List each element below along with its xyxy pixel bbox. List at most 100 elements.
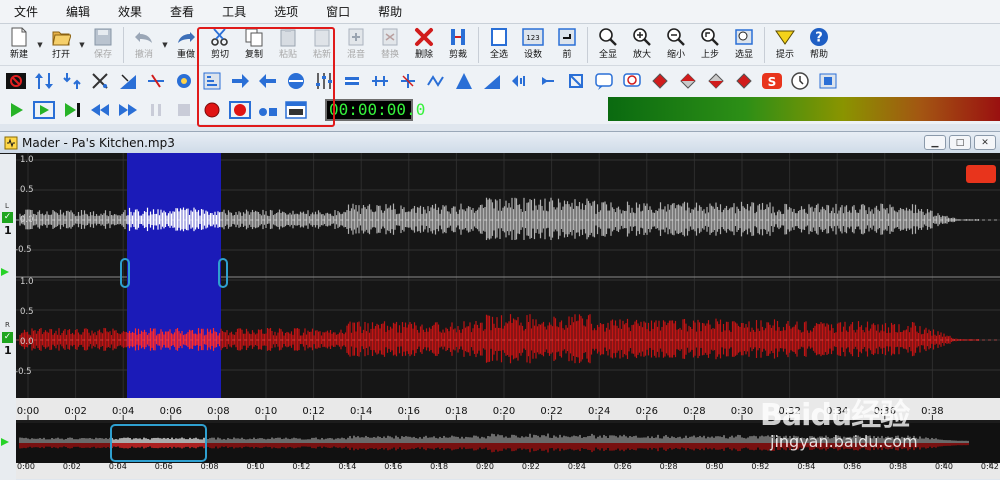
noise-button[interactable] (143, 68, 169, 94)
overview-tick-label: 0:02 (62, 462, 81, 471)
show-all-button[interactable]: 全显 (591, 24, 625, 66)
new-file-icon (7, 26, 31, 48)
invert-button[interactable] (535, 68, 561, 94)
play-selection-button[interactable] (31, 97, 57, 123)
sogou-button[interactable]: S (759, 68, 785, 94)
mute-button[interactable] (3, 68, 29, 94)
diamond-marker-icon (652, 73, 668, 89)
record-selection-button[interactable] (227, 97, 253, 123)
right-channel-toggle[interactable]: ✓ (2, 332, 13, 343)
play-button[interactable] (3, 97, 29, 123)
menu-view[interactable]: 查看 (156, 0, 208, 24)
zoom-out-button[interactable]: 缩小 (659, 24, 693, 66)
stop-button[interactable] (171, 97, 197, 123)
pause-button[interactable] (143, 97, 169, 123)
select-all-icon (487, 26, 511, 48)
compress-button[interactable] (59, 68, 85, 94)
menu-options[interactable]: 选项 (260, 0, 312, 24)
diamond-marker-icon (680, 73, 696, 89)
menu-window[interactable]: 窗口 (312, 0, 364, 24)
undo-button[interactable]: 撤消 (127, 24, 161, 66)
hint-button[interactable]: 提示 (768, 24, 802, 66)
prev-button[interactable]: 前 (550, 24, 584, 66)
equalizer-button[interactable] (311, 68, 337, 94)
diamond-red-2[interactable] (675, 68, 701, 94)
no-speech-button[interactable] (619, 68, 645, 94)
cue-button[interactable] (563, 68, 589, 94)
close-button[interactable]: ✕ (974, 135, 996, 150)
set-number-button[interactable]: 123 设数 (516, 24, 550, 66)
clock-button[interactable] (787, 68, 813, 94)
new-dropdown[interactable]: ▼ (36, 24, 44, 66)
stretch-button[interactable] (283, 68, 309, 94)
menu-tools[interactable]: 工具 (208, 0, 260, 24)
pause-icon (151, 104, 161, 116)
open-dropdown[interactable]: ▼ (78, 24, 86, 66)
y-label: 0.0 (20, 337, 34, 347)
flanger-button[interactable] (479, 68, 505, 94)
open-button[interactable]: 打开 (44, 24, 78, 66)
mix-button[interactable]: 混音 (339, 24, 373, 66)
timeline-tick-label: 0:16 (397, 406, 421, 417)
play-to-end-button[interactable] (59, 97, 85, 123)
number-123-icon: 123 (521, 26, 545, 48)
delete-button[interactable]: 删除 (407, 24, 441, 66)
fast-forward-button[interactable] (115, 97, 141, 123)
vol-button[interactable] (507, 68, 533, 94)
timeline-tick-label: 0:02 (64, 406, 87, 417)
copy-button[interactable]: 复制 (237, 24, 271, 66)
display-button[interactable] (283, 97, 309, 123)
zoom-in-button[interactable]: 放大 (625, 24, 659, 66)
effect-gear-button[interactable] (171, 68, 197, 94)
help-button[interactable]: ? 帮助 (802, 24, 836, 66)
overview-tick-label: 0:18 (430, 462, 449, 471)
select-show-button[interactable]: 选显 (727, 24, 761, 66)
shift-left-button[interactable] (255, 68, 281, 94)
record-button[interactable] (199, 97, 225, 123)
fx-button[interactable] (87, 68, 113, 94)
rewind-button[interactable] (87, 97, 113, 123)
chorus-button[interactable] (423, 68, 449, 94)
paste-button[interactable]: 粘贴 (271, 24, 305, 66)
noise-reduction-icon (148, 74, 164, 88)
reverb-button[interactable] (395, 68, 421, 94)
shift-right-button[interactable] (227, 68, 253, 94)
undo-dropdown[interactable]: ▼ (161, 24, 169, 66)
diamond-red-1[interactable] (647, 68, 673, 94)
paste-new-button[interactable]: 粘新 (305, 24, 339, 66)
overview-tick-label: 0:22 (521, 462, 540, 471)
record-options-button[interactable] (255, 97, 281, 123)
save-button[interactable]: 保存 (86, 24, 120, 66)
delete-x-icon (412, 26, 436, 48)
record-options-icon (259, 108, 277, 116)
diamond-red-4[interactable] (731, 68, 757, 94)
cut-button[interactable]: 剪切 (203, 24, 237, 66)
select-all-button[interactable]: 全选 (482, 24, 516, 66)
reverse-button[interactable] (367, 68, 393, 94)
replace-button[interactable]: 替换 (373, 24, 407, 66)
document-titlebar: Mader - Pa's Kitchen.mp3 ▁ □ ✕ (0, 132, 1000, 153)
menu-effects[interactable]: 效果 (104, 0, 156, 24)
menu-edit[interactable]: 编辑 (52, 0, 104, 24)
diamond-marker-icon (736, 73, 752, 89)
save-icon (91, 26, 115, 48)
redo-button[interactable]: 重做 (169, 24, 203, 66)
menu-help[interactable]: 帮助 (364, 0, 416, 24)
normalize-button[interactable] (199, 68, 225, 94)
fade-button[interactable] (115, 68, 141, 94)
last-step-button[interactable]: 上步 (693, 24, 727, 66)
amplify-button[interactable] (31, 68, 57, 94)
overview-tick-label: 0:06 (154, 462, 173, 471)
new-button[interactable]: 新建 (2, 24, 36, 66)
overview-tick-label: 0:24 (567, 462, 586, 471)
diamond-red-3[interactable] (703, 68, 729, 94)
pitch-button[interactable] (339, 68, 365, 94)
trim-button[interactable]: 剪裁 (441, 24, 475, 66)
minimize-button[interactable]: ▁ (924, 135, 946, 150)
left-channel-toggle[interactable]: ✓ (2, 212, 13, 223)
menu-file[interactable]: 文件 (0, 0, 52, 24)
maximize-button[interactable]: □ (949, 135, 971, 150)
region-button[interactable] (815, 68, 841, 94)
echo-button[interactable] (451, 68, 477, 94)
speech-button[interactable] (591, 68, 617, 94)
